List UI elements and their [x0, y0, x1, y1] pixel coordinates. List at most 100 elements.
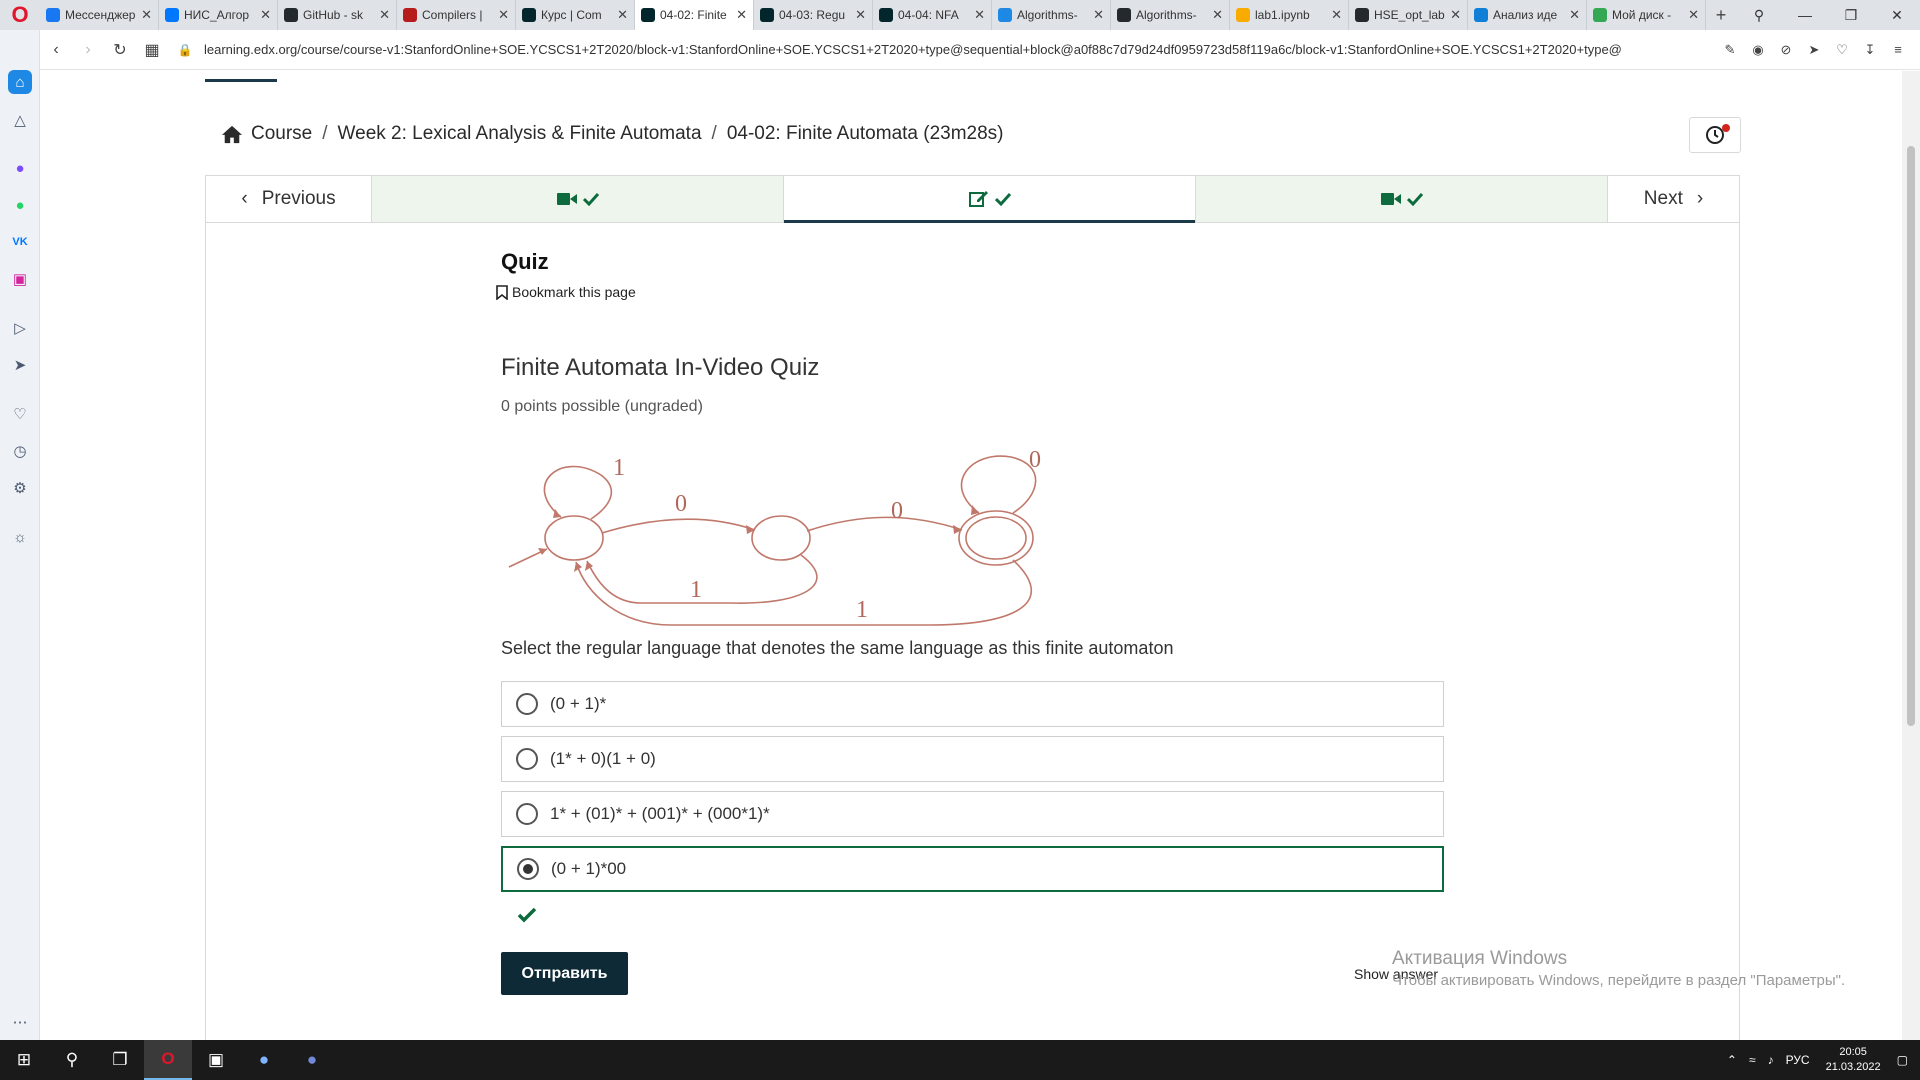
edge-label: 0	[891, 498, 903, 524]
breadcrumb-section[interactable]: Week 2: Lexical Analysis & Finite Automa…	[338, 123, 702, 145]
unit-tab-video-1[interactable]	[371, 176, 783, 222]
tips-bulb-icon[interactable]: ☼	[8, 525, 32, 549]
crypto-wallet-icon[interactable]: △	[8, 108, 32, 132]
camera-icon[interactable]: ◉	[1744, 42, 1772, 58]
new-tab-button[interactable]: +	[1706, 5, 1736, 26]
browser-tab-strip: O Мессенджер ✕ НИС_Алгор ✕ GitHub - sk ✕ Compi…	[0, 0, 1920, 30]
browser-tab[interactable]: 04-04: NFA ✕	[873, 0, 992, 30]
url-field[interactable]: learning.edx.org/course/course-v1:Stanfo…	[204, 42, 1704, 57]
opera-menu-icon[interactable]: O	[0, 0, 40, 30]
browser-tab[interactable]: 04-03: Regu ✕	[754, 0, 873, 30]
breadcrumb-course[interactable]: Course	[251, 123, 312, 145]
more-options-icon[interactable]: ⋯	[8, 1010, 32, 1034]
adblock-icon[interactable]: ⊘	[1772, 42, 1800, 58]
instagram-icon[interactable]: ▣	[8, 267, 32, 291]
browser-taskbar-icon[interactable]: ●	[240, 1040, 288, 1080]
vk-icon[interactable]: VK	[8, 230, 32, 254]
radio-button-selected[interactable]	[517, 858, 539, 880]
reload-button[interactable]: ↻	[104, 40, 136, 60]
close-tab-icon[interactable]: ✕	[260, 7, 271, 23]
submit-button[interactable]: Отправить	[501, 952, 628, 995]
history-icon[interactable]: ◷	[8, 439, 32, 463]
send-icon[interactable]: ➤	[1800, 42, 1828, 58]
discord-icon[interactable]: ●	[288, 1040, 336, 1080]
speed-dial-icon[interactable]: ▦	[136, 40, 168, 60]
volume-icon[interactable]: ♪	[1768, 1053, 1774, 1067]
page-scrollbar[interactable]	[1902, 71, 1920, 1040]
browser-tab[interactable]: Анализ иде ✕	[1468, 0, 1587, 30]
browser-tab[interactable]: Algorithms- ✕	[992, 0, 1111, 30]
browser-tab[interactable]: Курс | Com ✕	[516, 0, 635, 30]
browser-tab[interactable]: 04-02: Finite ✕	[635, 0, 754, 30]
browser-tab[interactable]: Мой диск - ✕	[1587, 0, 1706, 30]
close-tab-icon[interactable]: ✕	[855, 7, 866, 23]
close-tab-icon[interactable]: ✕	[1331, 7, 1342, 23]
browser-tab[interactable]: НИС_Алгор ✕	[159, 0, 278, 30]
whatsapp-icon[interactable]: ●	[8, 193, 32, 217]
close-tab-icon[interactable]: ✕	[1569, 7, 1580, 23]
flow-icon[interactable]: ➤	[8, 353, 32, 377]
search-icon[interactable]: ⚲	[48, 1040, 96, 1080]
unit-tab-video-2[interactable]	[1195, 176, 1607, 222]
bookmark-page-button[interactable]: Bookmark this page	[496, 284, 636, 300]
close-tab-icon[interactable]: ✕	[1093, 7, 1104, 23]
start-windows-icon[interactable]: ⊞	[0, 1040, 48, 1080]
state-start	[544, 515, 604, 561]
easy-setup-icon[interactable]: ≡	[1884, 42, 1912, 58]
tab-search-icon[interactable]: ⚲	[1736, 7, 1782, 24]
radio-button[interactable]	[516, 803, 538, 825]
previous-button[interactable]: ‹ Previous	[206, 176, 371, 222]
choice-option-2[interactable]: (1* + 0)(1 + 0)	[501, 736, 1444, 782]
home-icon[interactable]: ⌂	[8, 70, 32, 94]
forward-button[interactable]: ›	[72, 41, 104, 59]
choice-option-4[interactable]: (0 + 1)*00	[501, 846, 1444, 892]
next-button[interactable]: Next ›	[1607, 176, 1739, 222]
unit-title: Quiz	[501, 249, 549, 274]
close-tab-icon[interactable]: ✕	[617, 7, 628, 23]
close-tab-icon[interactable]: ✕	[141, 7, 152, 23]
close-tab-icon[interactable]: ✕	[1688, 7, 1699, 23]
choice-option-3[interactable]: 1* + (01)* + (001)* + (000*1)*	[501, 791, 1444, 837]
radio-button[interactable]	[516, 693, 538, 715]
problem-title: Finite Automata In-Video Quiz	[501, 354, 820, 381]
bookmarks-heart-icon[interactable]: ♡	[8, 402, 32, 426]
close-tab-icon[interactable]: ✕	[1450, 7, 1461, 23]
browser-tab[interactable]: Мессенджер ✕	[40, 0, 159, 30]
heart-icon[interactable]: ♡	[1828, 42, 1856, 58]
close-tab-icon[interactable]: ✕	[379, 7, 390, 23]
back-button[interactable]: ‹	[40, 41, 72, 59]
browser-tab[interactable]: Algorithms- ✕	[1111, 0, 1230, 30]
notifications-icon[interactable]: ▢	[1897, 1053, 1908, 1067]
app-taskbar-icon[interactable]: ▣	[192, 1040, 240, 1080]
close-tab-icon[interactable]: ✕	[498, 7, 509, 23]
wifi-icon[interactable]: ≈	[1749, 1053, 1756, 1067]
opera-taskbar-icon[interactable]: O	[144, 1040, 192, 1080]
download-icon[interactable]: ↧	[1856, 42, 1884, 58]
settings-gear-icon[interactable]: ⚙	[8, 476, 32, 500]
task-view-icon[interactable]: ❐	[96, 1040, 144, 1080]
choice-option-1[interactable]: (0 + 1)*	[501, 681, 1444, 727]
browser-tab[interactable]: GitHub - sk ✕	[278, 0, 397, 30]
close-tab-icon[interactable]: ✕	[974, 7, 985, 23]
close-tab-icon[interactable]: ✕	[736, 7, 747, 23]
tab-title: Курс | Com	[541, 8, 602, 22]
minimize-button[interactable]: —	[1782, 7, 1828, 23]
language-indicator[interactable]: РУС	[1786, 1053, 1810, 1067]
edit-icon[interactable]: ✎	[1716, 42, 1744, 58]
clock[interactable]: 20:05 21.03.2022	[1826, 1045, 1881, 1075]
messenger-icon[interactable]: ●	[8, 156, 32, 180]
close-window-button[interactable]: ✕	[1874, 7, 1920, 24]
home-icon[interactable]	[221, 124, 243, 144]
restore-button[interactable]: ❐	[1828, 7, 1874, 24]
lock-icon[interactable]: 🔒	[174, 43, 196, 57]
radio-button[interactable]	[516, 748, 538, 770]
scrollbar-thumb[interactable]	[1907, 146, 1915, 726]
close-tab-icon[interactable]: ✕	[1212, 7, 1223, 23]
chevron-up-icon[interactable]: ⌃	[1727, 1053, 1737, 1067]
browser-tab[interactable]: HSE_opt_lab ✕	[1349, 0, 1468, 30]
browser-tab[interactable]: Compilers | ✕	[397, 0, 516, 30]
player-icon[interactable]: ▷	[8, 316, 32, 340]
unit-tab-problem[interactable]	[783, 176, 1195, 223]
notifications-button[interactable]	[1689, 117, 1741, 153]
browser-tab[interactable]: lab1.ipynb ✕	[1230, 0, 1349, 30]
